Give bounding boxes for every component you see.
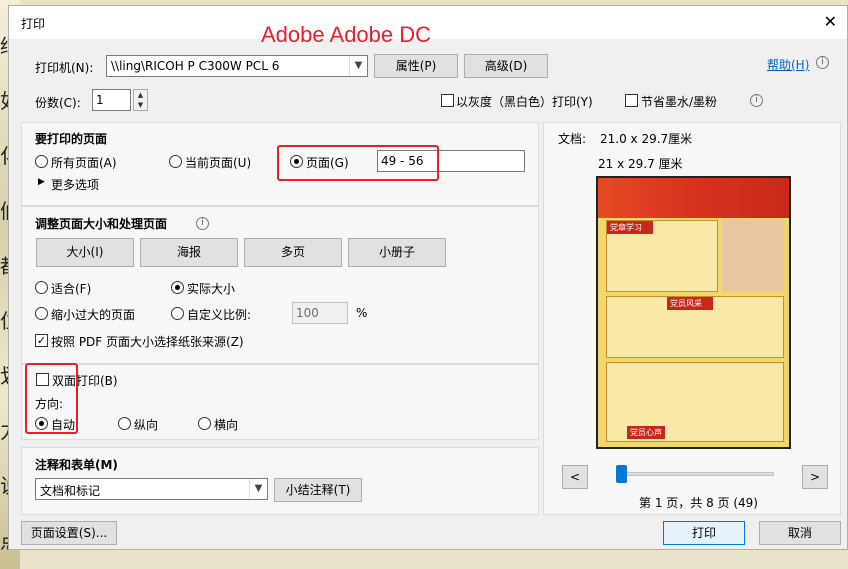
current-page-label: 当前页面(U) bbox=[185, 156, 252, 170]
copies-label: 份数(C): bbox=[35, 96, 81, 110]
print-dialog: 打印 ✕ Adobe Adobe DC 打印机(N): \\ling\RICOH… bbox=[8, 5, 848, 550]
orientation-portrait-radio[interactable] bbox=[118, 417, 131, 430]
grayscale-checkbox[interactable] bbox=[441, 94, 454, 107]
preview-photo-block bbox=[722, 220, 784, 292]
actual-size-label: 实际大小 bbox=[187, 282, 236, 296]
tab-booklet[interactable]: 小册子 bbox=[348, 238, 446, 267]
page-status: 第 1 页，共 8 页 (49) bbox=[639, 496, 758, 510]
orientation-portrait-label: 纵向 bbox=[134, 418, 159, 432]
tab-multiple[interactable]: 多页 bbox=[244, 238, 342, 267]
next-page-button[interactable]: > bbox=[802, 465, 828, 489]
sizing-info-icon[interactable]: i bbox=[196, 217, 209, 230]
page-sizing-group: 调整页面大小和处理页面 i 大小(I) 海报 多页 小册子 适合(F) 实际大小… bbox=[21, 206, 539, 364]
paper-size-value: 21 x 29.7 厘米 bbox=[598, 157, 683, 171]
paper-source-label: 按照 PDF 页面大小选择纸张来源(Z) bbox=[51, 335, 244, 349]
printer-label: 打印机(N): bbox=[35, 61, 94, 75]
highlight-pages-range bbox=[277, 145, 439, 181]
window-title: 打印 bbox=[21, 17, 46, 31]
preview-headline: 党章学习 bbox=[607, 221, 653, 234]
help-link[interactable]: 帮助(H) bbox=[767, 56, 809, 73]
cancel-button[interactable]: 取消 bbox=[759, 521, 841, 545]
close-icon[interactable]: ✕ bbox=[824, 12, 837, 31]
comments-forms-select[interactable]: 文档和标记 ▼ bbox=[35, 478, 268, 500]
duplex-orientation-group: 双面打印(B) 方向: 自动 纵向 横向 bbox=[21, 363, 539, 440]
comments-forms-group: 注释和表单(M) 文档和标记 ▼ 小结注释(T) bbox=[21, 447, 539, 515]
more-options-label[interactable]: 更多选项 bbox=[51, 176, 99, 193]
actual-size-radio[interactable] bbox=[171, 281, 184, 294]
custom-scale-label: 自定义比例: bbox=[187, 308, 252, 322]
shrink-label: 缩小过大的页面 bbox=[51, 308, 136, 322]
preview-headline: 党员心声 bbox=[627, 426, 665, 439]
paper-source-checkbox[interactable]: ✓ bbox=[35, 334, 48, 347]
preview-article-block: 党章学习 bbox=[606, 220, 718, 292]
comments-forms-title: 注释和表单(M) bbox=[35, 458, 118, 472]
custom-scale-input[interactable]: 100 bbox=[292, 302, 348, 324]
percent-label: % bbox=[356, 306, 368, 320]
fit-radio[interactable] bbox=[35, 281, 48, 294]
printer-select[interactable]: \\ling\RICOH P C300W PCL 6 ▼ bbox=[106, 55, 368, 77]
orientation-auto-radio[interactable] bbox=[35, 417, 48, 430]
preview-pane: 文档: 21.0 x 29.7厘米 21 x 29.7 厘米 党章学习 党员风采… bbox=[543, 122, 841, 515]
orientation-title: 方向: bbox=[35, 397, 64, 411]
preview-article-block: 党员心声 bbox=[606, 362, 784, 442]
page-preview-image: 党章学习 党员风采 党员心声 bbox=[596, 176, 791, 449]
overlay-title: Adobe Adobe DC bbox=[261, 22, 432, 47]
chevron-down-icon[interactable]: ▼ bbox=[134, 100, 147, 110]
preview-headline: 党员风采 bbox=[667, 297, 713, 310]
preview-header-band bbox=[598, 178, 789, 218]
copies-stepper[interactable]: ▲ ▼ bbox=[133, 89, 148, 111]
page-sizing-title: 调整页面大小和处理页面 bbox=[35, 217, 168, 231]
summarize-comments-button[interactable]: 小结注释(T) bbox=[274, 478, 362, 502]
tab-size[interactable]: 大小(I) bbox=[36, 238, 134, 267]
orientation-landscape-label: 横向 bbox=[214, 418, 239, 432]
save-ink-checkbox[interactable] bbox=[625, 94, 638, 107]
orientation-landscape-radio[interactable] bbox=[198, 417, 211, 430]
all-pages-radio[interactable] bbox=[35, 155, 48, 168]
preview-article-block: 党员风采 bbox=[606, 296, 784, 358]
chevron-down-icon: ▼ bbox=[349, 56, 367, 76]
page-slider-track[interactable] bbox=[616, 472, 774, 476]
comments-forms-value: 文档和标记 bbox=[40, 484, 101, 498]
shrink-radio[interactable] bbox=[35, 307, 48, 320]
page-slider-thumb[interactable] bbox=[616, 465, 627, 483]
current-page-radio[interactable] bbox=[169, 155, 182, 168]
chevron-up-icon[interactable]: ▲ bbox=[134, 90, 147, 100]
pages-to-print-group: 要打印的页面 所有页面(A) 当前页面(U) 页面(G) 49 - 56 ▶ 更… bbox=[21, 122, 539, 206]
page-setup-button[interactable]: 页面设置(S)... bbox=[21, 521, 117, 545]
all-pages-label: 所有页面(A) bbox=[51, 156, 117, 170]
fit-label: 适合(F) bbox=[51, 282, 92, 296]
save-ink-label: 节省墨水/墨粉 bbox=[641, 95, 718, 109]
copies-input[interactable]: 1 bbox=[92, 89, 131, 111]
document-size-label: 文档: bbox=[558, 132, 587, 146]
printer-value: \\ling\RICOH P C300W PCL 6 bbox=[111, 59, 280, 73]
document-size-value: 21.0 x 29.7厘米 bbox=[600, 132, 693, 146]
grayscale-label: 以灰度（黑白色）打印(Y) bbox=[456, 95, 593, 109]
properties-button[interactable]: 属性(P) bbox=[374, 54, 458, 78]
orientation-auto-label: 自动 bbox=[51, 418, 76, 432]
save-ink-info-icon[interactable]: i bbox=[750, 94, 763, 107]
help-info-icon[interactable]: i bbox=[816, 56, 829, 69]
expand-arrow-icon[interactable]: ▶ bbox=[38, 177, 45, 187]
custom-scale-radio[interactable] bbox=[171, 307, 184, 320]
tab-poster[interactable]: 海报 bbox=[140, 238, 238, 267]
print-button[interactable]: 打印 bbox=[663, 521, 745, 545]
pages-to-print-title: 要打印的页面 bbox=[35, 132, 108, 146]
previous-page-button[interactable]: < bbox=[562, 465, 588, 489]
advanced-button[interactable]: 高级(D) bbox=[464, 54, 548, 78]
chevron-down-icon: ▼ bbox=[249, 479, 267, 499]
